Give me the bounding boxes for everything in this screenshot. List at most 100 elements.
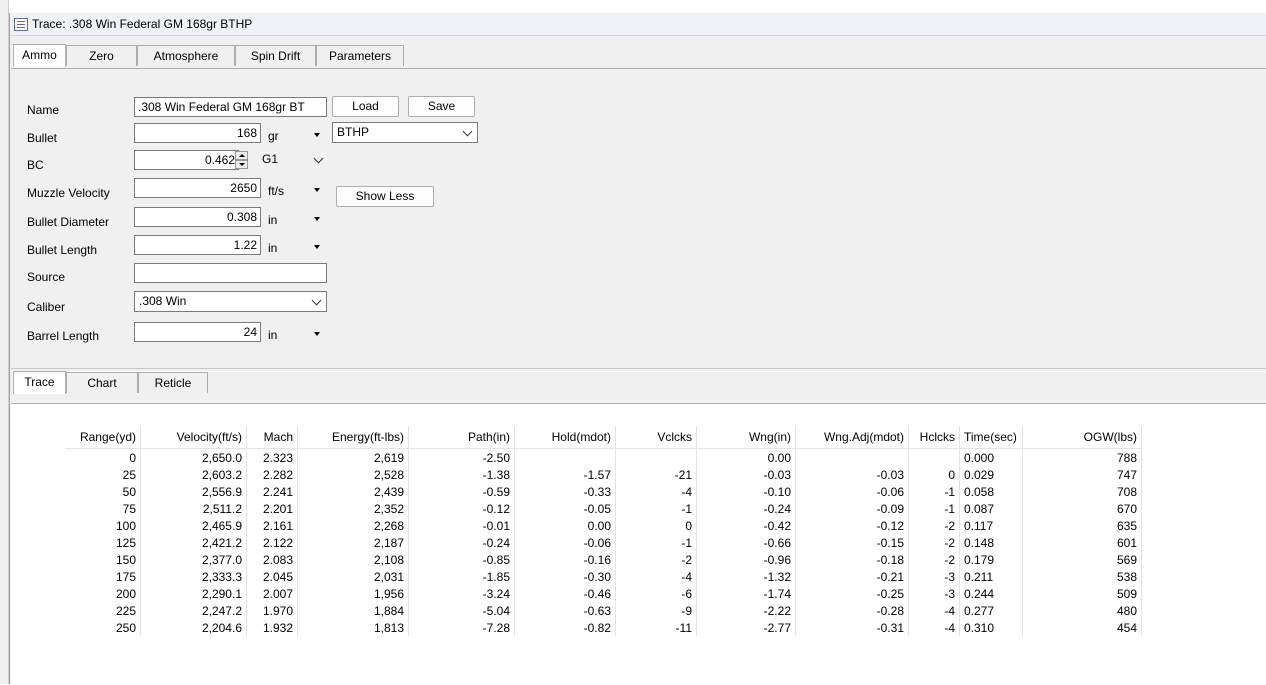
bc-field[interactable]: 0.462	[134, 150, 239, 170]
table-cell: 0	[908, 466, 960, 483]
tab-reticle[interactable]: Reticle	[138, 372, 208, 393]
tab-zero[interactable]: Zero	[66, 45, 137, 66]
table-cell: 0.087	[959, 500, 1023, 517]
caliber-select[interactable]: .308 Win	[134, 291, 327, 312]
source-field[interactable]	[134, 263, 327, 283]
column-header[interactable]: Path(in)	[408, 426, 515, 449]
table-cell: -0.10	[696, 483, 796, 500]
table-cell: 708	[1022, 483, 1142, 500]
table-cell: -0.12	[408, 500, 515, 517]
table-cell	[514, 448, 616, 466]
save-button[interactable]: Save	[408, 96, 475, 117]
table-row[interactable]: 50 2,556.9 2.241 2,439 -0.59 -0.33 -4 -0.10 -0.0…	[65, 483, 1142, 500]
show-less-button[interactable]: Show Less	[336, 186, 434, 207]
name-field[interactable]: .308 Win Federal GM 168gr BT	[134, 97, 327, 117]
table-cell: 2,204.6	[140, 619, 247, 636]
table-cell: 2,556.9	[140, 483, 247, 500]
table-row[interactable]: 0 2,650.0 2.323 2,619 -2.50 0.00 0.000 788	[65, 448, 1142, 466]
table-cell: 1,884	[297, 602, 409, 619]
table-row[interactable]: 125 2,421.2 2.122 2,187 -0.24 -0.06 -1 -0.66 -0.…	[65, 534, 1142, 551]
column-header[interactable]: Wng.Adj(mdot)	[795, 426, 909, 449]
tab-atmosphere[interactable]: Atmosphere	[137, 45, 235, 66]
table-row[interactable]: 75 2,511.2 2.201 2,352 -0.12 -0.05 -1 -0.24 -0.0…	[65, 500, 1142, 517]
table-cell: 747	[1022, 466, 1142, 483]
table-row[interactable]: 150 2,377.0 2.083 2,108 -0.85 -0.16 -2 -0.96 -0.…	[65, 551, 1142, 568]
table-cell: -0.15	[795, 534, 909, 551]
column-header[interactable]: Time(sec)	[959, 426, 1023, 449]
table-cell: 0.00	[514, 517, 616, 534]
ammo-tab-strip: Ammo Zero Atmosphere Spin Drift Paramete…	[11, 44, 1266, 67]
table-cell: -21	[615, 466, 697, 483]
tab-trace[interactable]: Trace	[13, 371, 66, 394]
table-cell: 0.058	[959, 483, 1023, 500]
tab-spin-drift[interactable]: Spin Drift	[235, 45, 316, 66]
table-cell: 100	[65, 517, 141, 534]
column-header[interactable]: Wng(in)	[696, 426, 796, 449]
drag-model-select[interactable]: G1	[257, 149, 329, 170]
title-bar: Trace: .308 Win Federal GM 168gr BTHP	[10, 13, 1266, 36]
bc-spinner[interactable]	[235, 151, 248, 169]
table-cell: 0.00	[696, 448, 796, 466]
bullet-unit-select[interactable]: gr	[268, 129, 279, 143]
table-cell: -0.28	[795, 602, 909, 619]
bullet-type-select[interactable]: BTHP	[332, 122, 478, 143]
load-button[interactable]: Load	[332, 96, 399, 117]
column-header[interactable]: Hold(mdot)	[514, 426, 616, 449]
column-header[interactable]: Mach	[246, 426, 298, 449]
bullet-length-field[interactable]: 1.22	[134, 235, 261, 255]
tab-parameters[interactable]: Parameters	[316, 45, 404, 66]
diameter-unit-select[interactable]: in	[268, 213, 277, 227]
trace-grid[interactable]: Range(yd) Velocity(ft/s) Mach Energy(ft-lbs…	[11, 403, 1266, 685]
diameter-unit-dropdown-icon[interactable]	[314, 217, 320, 221]
spin-down-icon[interactable]	[235, 160, 248, 169]
table-cell: 2,333.3	[140, 568, 247, 585]
muzzle-velocity-label: Muzzle Velocity	[27, 186, 110, 200]
table-row[interactable]: 225 2,247.2 1.970 1,884 -5.04 -0.63 -9 -2.22 -0.…	[65, 602, 1142, 619]
bullet-diameter-field[interactable]: 0.308	[134, 207, 261, 227]
length-unit-select[interactable]: in	[268, 241, 277, 255]
table-row[interactable]: 250 2,204.6 1.932 1,813 -7.28 -0.82 -11 -2.77 -0…	[65, 619, 1142, 636]
table-row[interactable]: 100 2,465.9 2.161 2,268 -0.01 0.00 0 -0.42 -0.12…	[65, 517, 1142, 534]
table-cell: 569	[1022, 551, 1142, 568]
table-cell: -0.05	[514, 500, 616, 517]
column-header[interactable]: Vclcks	[615, 426, 697, 449]
table-cell: -0.63	[514, 602, 616, 619]
column-header[interactable]: Hclcks	[908, 426, 960, 449]
column-header[interactable]: Velocity(ft/s)	[140, 426, 247, 449]
table-cell: 454	[1022, 619, 1142, 636]
bc-label: BC	[27, 158, 44, 172]
table-cell: -3	[908, 585, 960, 602]
table-row[interactable]: 25 2,603.2 2.282 2,528 -1.38 -1.57 -21 -0.03 -0.…	[65, 466, 1142, 483]
length-unit-dropdown-icon[interactable]	[314, 245, 320, 249]
velocity-unit-select[interactable]: ft/s	[268, 184, 284, 198]
table-cell: 200	[65, 585, 141, 602]
bullet-weight-field[interactable]: 168	[134, 123, 261, 143]
table-cell: 0.148	[959, 534, 1023, 551]
barrel-unit-select[interactable]: in	[268, 328, 277, 342]
table-cell: 0.211	[959, 568, 1023, 585]
column-header[interactable]: OGW(lbs)	[1022, 426, 1142, 449]
table-cell: -1	[908, 483, 960, 500]
table-cell: 2.201	[246, 500, 298, 517]
muzzle-velocity-field[interactable]: 2650	[134, 178, 261, 198]
tab-chart[interactable]: Chart	[66, 372, 138, 393]
table-row[interactable]: 200 2,290.1 2.007 1,956 -3.24 -0.46 -6 -1.74 -0.…	[65, 585, 1142, 602]
tab-ammo[interactable]: Ammo	[13, 44, 66, 67]
table-cell: 75	[65, 500, 141, 517]
table-cell: -1.32	[696, 568, 796, 585]
table-cell: -0.06	[795, 483, 909, 500]
bullet-type-value: BTHP	[337, 125, 370, 139]
column-header[interactable]: Energy(ft-lbs)	[297, 426, 409, 449]
column-header[interactable]: Range(yd)	[65, 426, 141, 449]
barrel-length-field[interactable]: 24	[134, 322, 261, 342]
name-label: Name	[27, 103, 60, 117]
spin-up-icon[interactable]	[235, 151, 248, 160]
bullet-unit-dropdown-icon[interactable]	[314, 133, 320, 137]
table-cell: 2,187	[297, 534, 409, 551]
table-cell: -2.50	[408, 448, 515, 466]
source-label: Source	[27, 270, 66, 284]
barrel-unit-dropdown-icon[interactable]	[314, 332, 320, 336]
velocity-unit-dropdown-icon[interactable]	[314, 188, 320, 192]
ammo-panel: Name .308 Win Federal GM 168gr BT Load S…	[11, 68, 1266, 369]
table-row[interactable]: 175 2,333.3 2.045 2,031 -1.85 -0.30 -4 -1.32 -0.…	[65, 568, 1142, 585]
